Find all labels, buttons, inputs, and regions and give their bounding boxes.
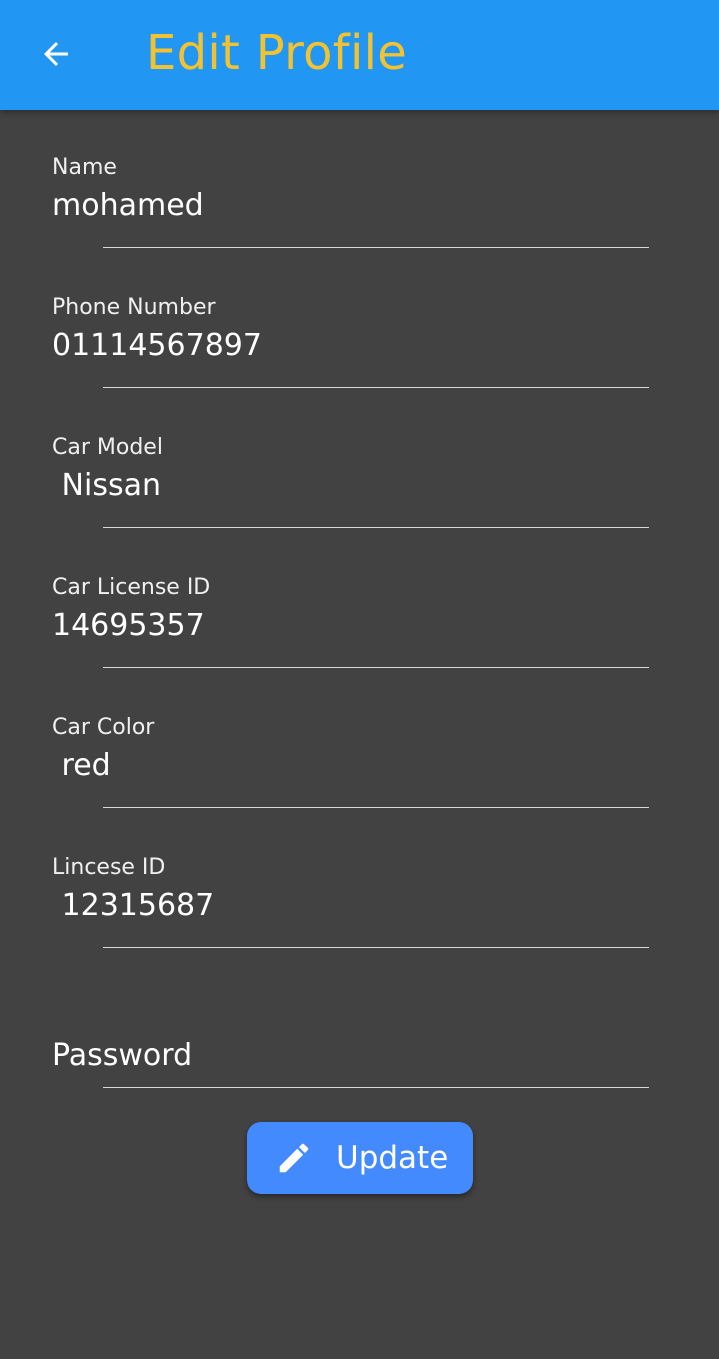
name-label: Name	[52, 155, 117, 180]
arrow-back-icon	[44, 42, 68, 66]
car-model-underline	[103, 527, 649, 528]
phone-number-field[interactable]: Phone Number 01114567897	[52, 295, 652, 425]
name-value[interactable]: mohamed	[52, 187, 204, 225]
car-color-field[interactable]: Car Color red	[52, 715, 652, 845]
license-id-field[interactable]: Lincese ID 12315687	[52, 855, 652, 985]
license-id-value[interactable]: 12315687	[52, 887, 215, 925]
back-button[interactable]	[30, 30, 82, 78]
app-bar: Edit Profile	[0, 0, 719, 110]
license-id-underline	[103, 947, 649, 948]
car-color-label: Car Color	[52, 715, 155, 740]
car-color-value[interactable]: red	[52, 747, 111, 785]
password-field[interactable]: Password	[52, 995, 652, 1125]
name-field[interactable]: Name mohamed	[52, 155, 652, 285]
password-underline	[103, 1087, 649, 1088]
car-model-field[interactable]: Car Model Nissan	[52, 435, 652, 565]
phone-number-label: Phone Number	[52, 295, 216, 320]
update-button-label: Update	[336, 1140, 449, 1176]
phone-number-underline	[103, 387, 649, 388]
page-title: Edit Profile	[146, 25, 408, 81]
car-license-id-label: Car License ID	[52, 575, 211, 600]
car-license-id-field[interactable]: Car License ID 14695357	[52, 575, 652, 705]
car-model-label: Car Model	[52, 435, 163, 460]
phone-number-value[interactable]: 01114567897	[52, 327, 262, 365]
car-license-id-value[interactable]: 14695357	[52, 607, 205, 645]
license-id-label: Lincese ID	[52, 855, 166, 880]
car-license-id-underline	[103, 667, 649, 668]
name-underline	[103, 247, 649, 248]
update-button[interactable]: Update	[247, 1122, 473, 1194]
car-color-underline	[103, 807, 649, 808]
pencil-icon	[279, 1143, 309, 1173]
car-model-value[interactable]: Nissan	[52, 467, 161, 505]
password-placeholder: Password	[52, 1038, 193, 1073]
